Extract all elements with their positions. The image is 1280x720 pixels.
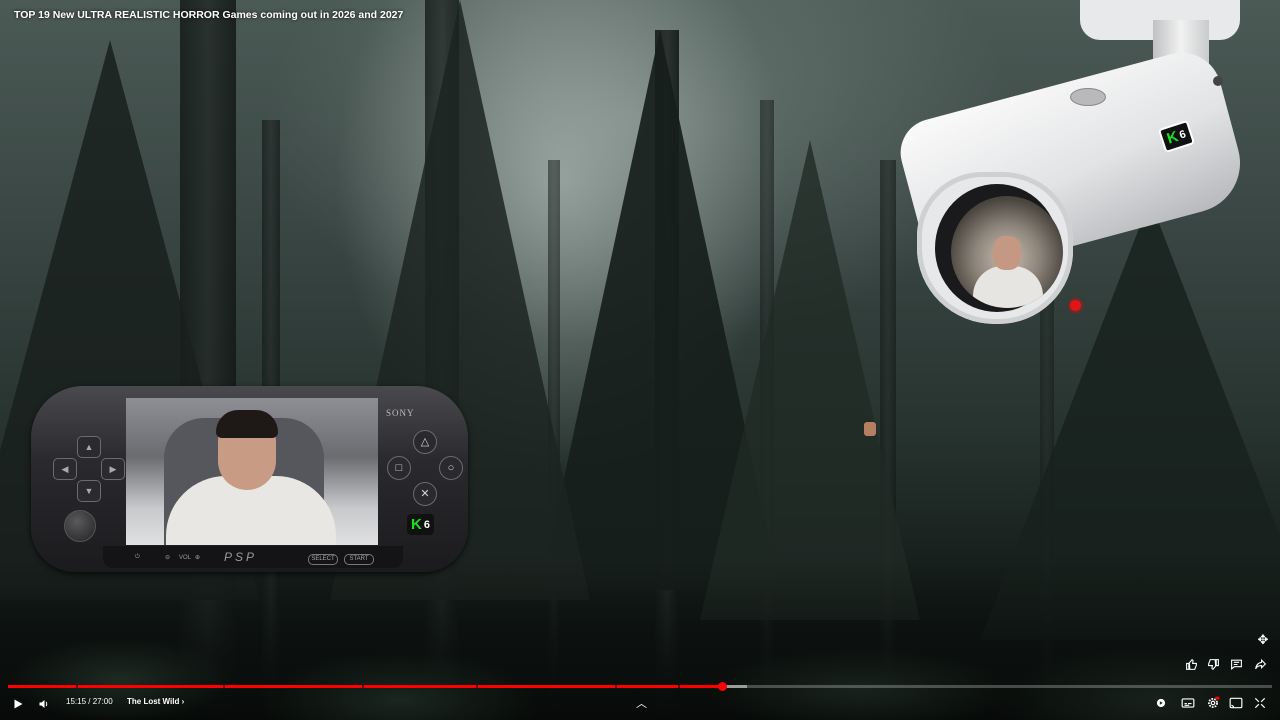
- k6-badge-number: 6: [423, 518, 430, 531]
- volume-icon[interactable]: [38, 697, 50, 715]
- small-avatar-thumbnail: [864, 422, 876, 436]
- square-button-icon: □: [387, 456, 411, 480]
- chapter-title[interactable]: The Lost Wild ›: [127, 697, 184, 706]
- fullscreen-icon[interactable]: [1253, 696, 1267, 715]
- circle-button-icon: ○: [439, 456, 463, 480]
- chapter-marker: [76, 685, 79, 688]
- psp-webcam-overlay: ▲ ◀ ▶ ▼ SONY △ □ ○ ✕ K 6 ⏻ ⊖ VOL ⊕ PSP S…: [31, 386, 468, 572]
- security-camera-overlay: K 6: [893, 0, 1280, 330]
- chapter-marker: [222, 685, 225, 688]
- dpad-right-icon: ▶: [101, 458, 125, 480]
- player-controls: 15:15 / 27:00 The Lost Wild › ︿: [0, 690, 1280, 720]
- play-icon[interactable]: [12, 697, 24, 715]
- autoplay-toggle-icon[interactable]: [1154, 696, 1168, 715]
- playstation-icon: ⏻: [135, 554, 140, 560]
- dpad-up-icon: ▲: [77, 436, 101, 458]
- subtitles-icon[interactable]: [1181, 696, 1195, 715]
- miniplayer-icon[interactable]: [1229, 696, 1243, 715]
- select-label: SELECT: [308, 554, 338, 565]
- camera-webcam-feed: [951, 196, 1063, 308]
- expand-overlay-icon[interactable]: ✥: [1255, 632, 1271, 648]
- k6-logo-icon: K: [411, 516, 422, 533]
- minus-icon: ⊖: [165, 555, 171, 561]
- comments-icon[interactable]: [1228, 658, 1244, 674]
- settings-icon[interactable]: [1206, 696, 1220, 715]
- chapter-marker: [614, 685, 617, 688]
- dislike-icon[interactable]: [1205, 658, 1221, 674]
- like-icon[interactable]: [1183, 658, 1199, 674]
- chapter-marker: [475, 685, 478, 688]
- webcam-feed: [126, 398, 378, 545]
- psp-logo: PSP: [224, 550, 258, 564]
- progress-bar[interactable]: [8, 682, 1272, 691]
- chapter-marker: [361, 685, 364, 688]
- chevron-right-icon: ›: [181, 697, 185, 706]
- chapter-title-text: The Lost Wild: [127, 697, 180, 706]
- video-player[interactable]: TOP 19 New ULTRA REALISTIC HORROR Games …: [0, 0, 1280, 720]
- k6-channel-badge: K 6: [407, 514, 434, 535]
- video-title[interactable]: TOP 19 New ULTRA REALISTIC HORROR Games …: [14, 9, 403, 21]
- dpad-down-icon: ▼: [77, 480, 101, 502]
- plus-icon: ⊕: [195, 555, 201, 561]
- dpad: ▲ ◀ ▶ ▼: [49, 430, 127, 508]
- vol-label: VOL: [179, 555, 192, 561]
- analog-stick: [64, 510, 96, 542]
- share-icon[interactable]: [1252, 658, 1268, 674]
- triangle-button-icon: △: [413, 430, 437, 454]
- cross-button-icon: ✕: [413, 482, 437, 506]
- dpad-left-icon: ◀: [53, 458, 77, 480]
- chevron-up-icon[interactable]: ︿: [636, 695, 647, 711]
- sony-brand: SONY: [386, 408, 415, 418]
- time-display: 15:15 / 27:00: [66, 697, 113, 706]
- recording-indicator: [1070, 300, 1081, 311]
- chapter-marker: [677, 685, 680, 688]
- start-label: START: [344, 554, 374, 565]
